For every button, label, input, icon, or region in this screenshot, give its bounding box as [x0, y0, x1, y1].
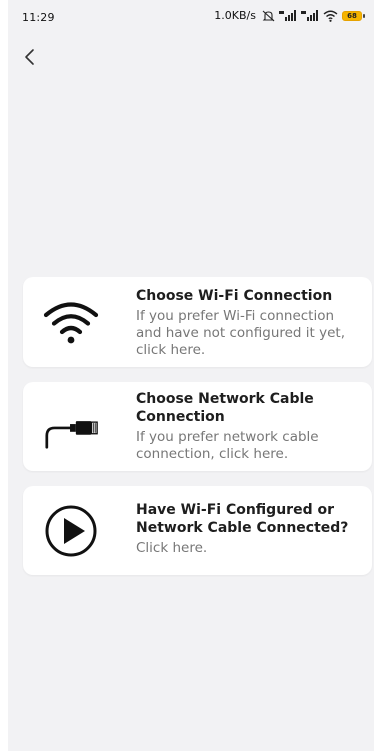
- wifi-status-icon: [323, 10, 338, 22]
- signal-icon-2: [301, 10, 319, 21]
- configured-option-title: Have Wi-Fi Configured or Network Cable C…: [136, 502, 349, 536]
- play-circle-icon: [41, 501, 101, 561]
- back-button[interactable]: [20, 45, 44, 69]
- signal-icon-1: [279, 10, 297, 21]
- status-bar: 11:29 1.0KB/s 68: [8, 0, 374, 36]
- configured-option-description: Click here.: [136, 540, 208, 556]
- app-screen: 11:29 1.0KB/s 68 Choose Wi-Fi Connection…: [8, 0, 374, 751]
- network-cable-icon: [41, 396, 101, 456]
- wifi-icon: [41, 292, 101, 352]
- chevron-left-icon: [25, 49, 34, 65]
- network-cable-option[interactable]: Choose Network Cable Connection If you p…: [23, 382, 372, 471]
- cable-option-title: Choose Network Cable Connection: [136, 391, 314, 425]
- wifi-option-text: Choose Wi-Fi Connection If you prefer Wi…: [136, 287, 358, 359]
- wifi-option-title: Choose Wi-Fi Connection: [136, 288, 333, 304]
- cable-option-text: Choose Network Cable Connection If you p…: [136, 390, 358, 463]
- mute-icon: [262, 10, 275, 22]
- configured-option-text: Have Wi-Fi Configured or Network Cable C…: [136, 501, 358, 557]
- status-time: 11:29: [22, 11, 55, 24]
- status-icons: 1.0KB/s 68: [214, 9, 365, 22]
- already-configured-option[interactable]: Have Wi-Fi Configured or Network Cable C…: [23, 486, 372, 575]
- battery-icon: 68: [342, 10, 365, 21]
- network-speed: 1.0KB/s: [214, 9, 256, 22]
- cable-option-description: If you prefer network cable connection, …: [136, 429, 319, 462]
- wifi-option-description: If you prefer Wi-Fi connection and have …: [136, 308, 346, 358]
- wifi-connection-option[interactable]: Choose Wi-Fi Connection If you prefer Wi…: [23, 277, 372, 367]
